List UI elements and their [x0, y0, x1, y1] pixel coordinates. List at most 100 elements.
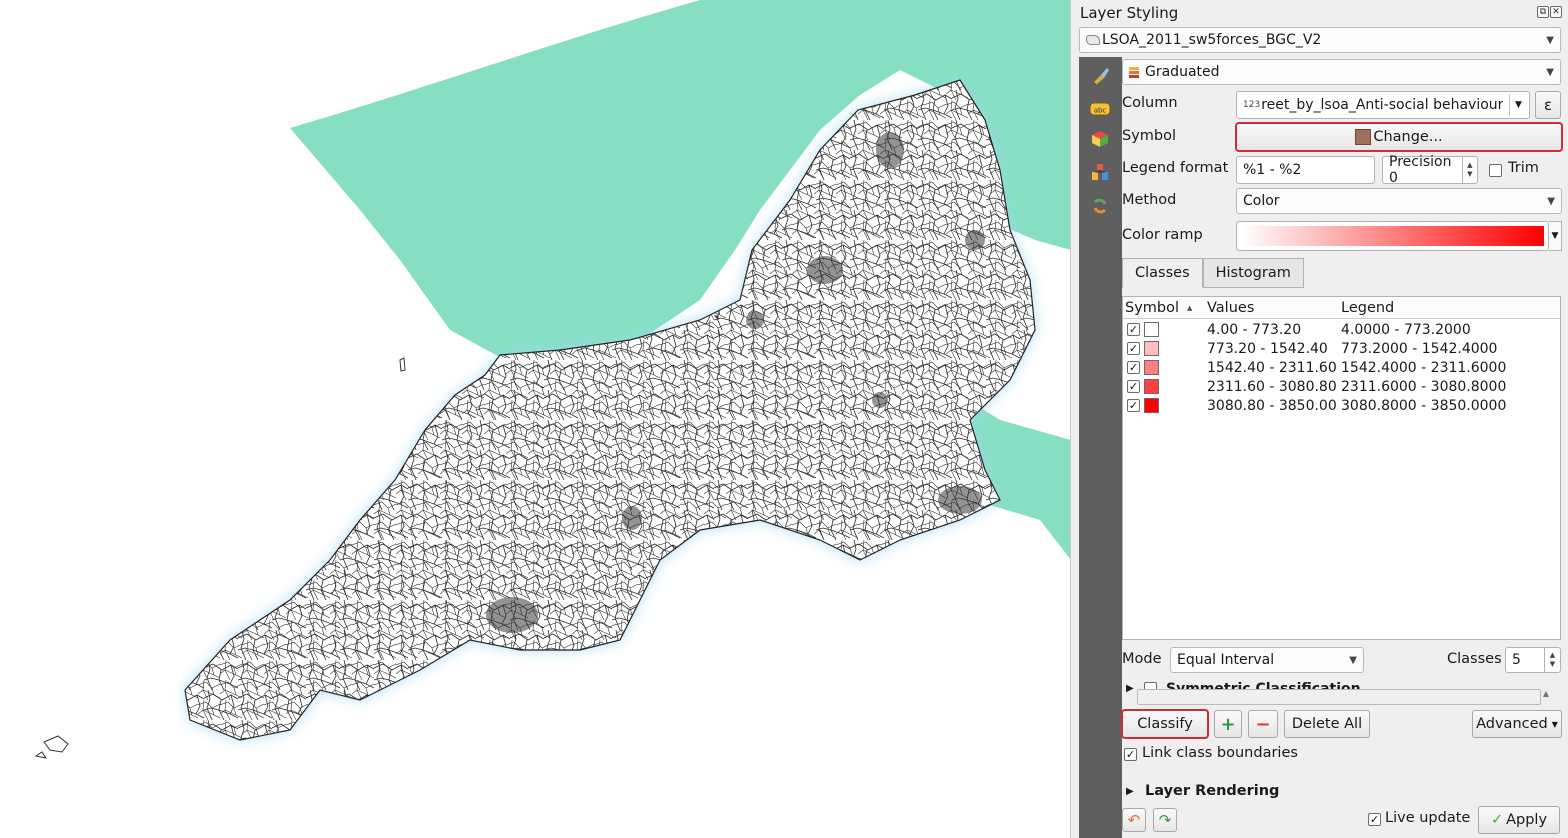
remove-class-button[interactable]: −: [1248, 710, 1278, 738]
advanced-button[interactable]: Advanced ▼: [1472, 710, 1562, 738]
class-visible-checkbox[interactable]: ✓: [1127, 323, 1140, 336]
trim-checkbox[interactable]: [1489, 164, 1502, 177]
graduated-icon: [1129, 66, 1139, 78]
panel-title: Layer Styling: [1080, 4, 1179, 22]
paintbrush-icon[interactable]: [1089, 65, 1111, 87]
class-legend[interactable]: 4.0000 - 773.2000: [1341, 322, 1471, 338]
color-ramp-label: Color ramp: [1122, 227, 1203, 243]
header-symbol[interactable]: Symbol ▲: [1123, 300, 1207, 316]
legend-format-input[interactable]: %1 - %2: [1236, 156, 1375, 184]
class-symbol-swatch[interactable]: [1144, 322, 1159, 337]
symbol-change-button[interactable]: Change...: [1235, 122, 1563, 152]
link-boundaries-label: Link class boundaries: [1142, 745, 1298, 761]
table-row[interactable]: ✓ 773.20 - 1542.40 773.2000 - 1542.4000: [1123, 339, 1560, 358]
undo-icon[interactable]: ↶: [1122, 808, 1146, 832]
labels-icon[interactable]: abc: [1089, 98, 1111, 120]
legend-format-label: Legend format: [1122, 160, 1229, 176]
class-values[interactable]: 773.20 - 1542.40: [1207, 341, 1341, 357]
advanced-label: Advanced: [1476, 716, 1548, 732]
symmetric-value-field[interactable]: [1137, 689, 1541, 705]
scroll-up-icon[interactable]: ▲: [1539, 689, 1553, 705]
class-visible-checkbox[interactable]: ✓: [1127, 361, 1140, 374]
svg-text:abc: abc: [1094, 107, 1107, 115]
expand-arrow-icon: ▶: [1126, 683, 1134, 694]
class-visible-checkbox[interactable]: ✓: [1127, 342, 1140, 355]
symbol-preview: [1355, 129, 1372, 145]
table-header: Symbol ▲ Values Legend: [1123, 297, 1560, 319]
class-legend[interactable]: 1542.4000 - 2311.6000: [1341, 360, 1506, 376]
classes-spinbox[interactable]: 5 ▲ ▼: [1505, 647, 1561, 673]
class-visible-checkbox[interactable]: ✓: [1127, 399, 1140, 412]
polygon-layer-icon: [1086, 35, 1100, 45]
column-value: reet_by_lsoa_Anti-social behaviour: [1261, 97, 1504, 113]
panel-title-buttons: ⧉ ✕: [1537, 6, 1562, 18]
3d-view-icon[interactable]: [1089, 128, 1111, 150]
class-visible-checkbox[interactable]: ✓: [1127, 380, 1140, 393]
expression-button[interactable]: ε: [1535, 91, 1561, 119]
apply-button[interactable]: ✓ Apply: [1478, 806, 1560, 834]
classify-button[interactable]: Classify: [1121, 709, 1209, 739]
class-symbol-swatch[interactable]: [1144, 360, 1159, 375]
live-update-checkbox[interactable]: ✓: [1368, 813, 1381, 826]
header-values[interactable]: Values: [1207, 300, 1341, 316]
class-rows: ✓ 4.00 - 773.20 4.0000 - 773.2000 ✓ 773.20 -…: [1123, 319, 1560, 415]
renderer-dropdown[interactable]: Graduated ▼: [1122, 59, 1561, 85]
tab-histogram[interactable]: Histogram: [1202, 258, 1304, 288]
mode-value: Equal Interval: [1177, 652, 1275, 668]
column-field[interactable]: 123 reet_by_lsoa_Anti-social behaviour ▼: [1236, 91, 1530, 119]
class-values[interactable]: 1542.40 - 2311.60: [1207, 360, 1341, 376]
mode-label: Mode: [1122, 651, 1162, 667]
map-svg: [34, 0, 1070, 759]
delete-all-button[interactable]: Delete All: [1284, 710, 1370, 738]
class-values[interactable]: 3080.80 - 3850.00: [1207, 398, 1341, 414]
chevron-down-icon: ▼: [1551, 719, 1558, 729]
tab-bar: Classes Histogram: [1122, 258, 1304, 288]
redo-icon[interactable]: ↷: [1153, 808, 1177, 832]
table-row[interactable]: ✓ 2311.60 - 3080.80 2311.6000 - 3080.8000: [1123, 377, 1560, 396]
mode-dropdown[interactable]: Equal Interval ▼: [1170, 647, 1364, 673]
chevron-down-icon: ▼: [1547, 195, 1555, 207]
map-canvas[interactable]: [0, 0, 1071, 838]
float-icon[interactable]: ⧉: [1537, 6, 1549, 18]
spin-arrows-icon[interactable]: ▲ ▼: [1461, 157, 1477, 183]
symbol-change-label: Change...: [1373, 129, 1443, 145]
table-row[interactable]: ✓ 3080.80 - 3850.00 3080.8000 - 3850.0000: [1123, 396, 1560, 415]
chevron-down-icon[interactable]: ▼: [1549, 221, 1562, 251]
class-legend[interactable]: 2311.6000 - 3080.8000: [1341, 379, 1506, 395]
symbol-label: Symbol: [1122, 128, 1177, 144]
history-icon[interactable]: [1089, 195, 1111, 217]
add-class-button[interactable]: +: [1214, 710, 1242, 738]
apply-label: Apply: [1506, 812, 1548, 828]
diagrams-icon[interactable]: [1089, 161, 1111, 183]
chevron-down-icon: ▼: [1509, 94, 1527, 116]
precision-spinbox[interactable]: Precision 0 ▲ ▼: [1382, 154, 1478, 186]
spin-arrows-icon[interactable]: ▲ ▼: [1544, 647, 1560, 673]
class-symbol-swatch[interactable]: [1144, 341, 1159, 356]
chevron-down-icon: ▼: [1349, 654, 1357, 666]
class-values[interactable]: 2311.60 - 3080.80: [1207, 379, 1341, 395]
chevron-down-icon: ▼: [1546, 34, 1554, 46]
layer-selector[interactable]: LSOA_2011_sw5forces_BGC_V2 ▼: [1079, 27, 1561, 53]
method-dropdown[interactable]: Color ▼: [1236, 188, 1562, 214]
class-symbol-swatch[interactable]: [1144, 379, 1159, 394]
color-ramp-preview: [1241, 226, 1544, 246]
class-symbol-swatch[interactable]: [1144, 398, 1159, 413]
link-boundaries-checkbox[interactable]: ✓: [1124, 748, 1137, 761]
trim-label: Trim: [1508, 160, 1539, 176]
table-row[interactable]: ✓ 1542.40 - 2311.60 1542.4000 - 2311.6000: [1123, 358, 1560, 377]
expand-arrow-icon[interactable]: ▶: [1126, 786, 1134, 797]
layer-rendering-section[interactable]: Layer Rendering: [1145, 783, 1279, 799]
class-legend[interactable]: 773.2000 - 1542.4000: [1341, 341, 1497, 357]
method-value: Color: [1243, 193, 1280, 209]
class-values[interactable]: 4.00 - 773.20: [1207, 322, 1341, 338]
class-legend[interactable]: 3080.8000 - 3850.0000: [1341, 398, 1506, 414]
classes-count-value: 5: [1512, 652, 1521, 668]
color-ramp-button[interactable]: [1236, 221, 1549, 251]
header-legend[interactable]: Legend: [1341, 300, 1394, 316]
tab-classes[interactable]: Classes: [1122, 258, 1203, 288]
sort-ascending-icon: ▲: [1187, 303, 1193, 312]
live-update-label: Live update: [1385, 810, 1471, 826]
close-icon[interactable]: ✕: [1550, 6, 1562, 18]
classes-table: Symbol ▲ Values Legend ✓ 4.00 - 773.20 4.0…: [1122, 296, 1561, 640]
table-row[interactable]: ✓ 4.00 - 773.20 4.0000 - 773.2000: [1123, 320, 1560, 339]
